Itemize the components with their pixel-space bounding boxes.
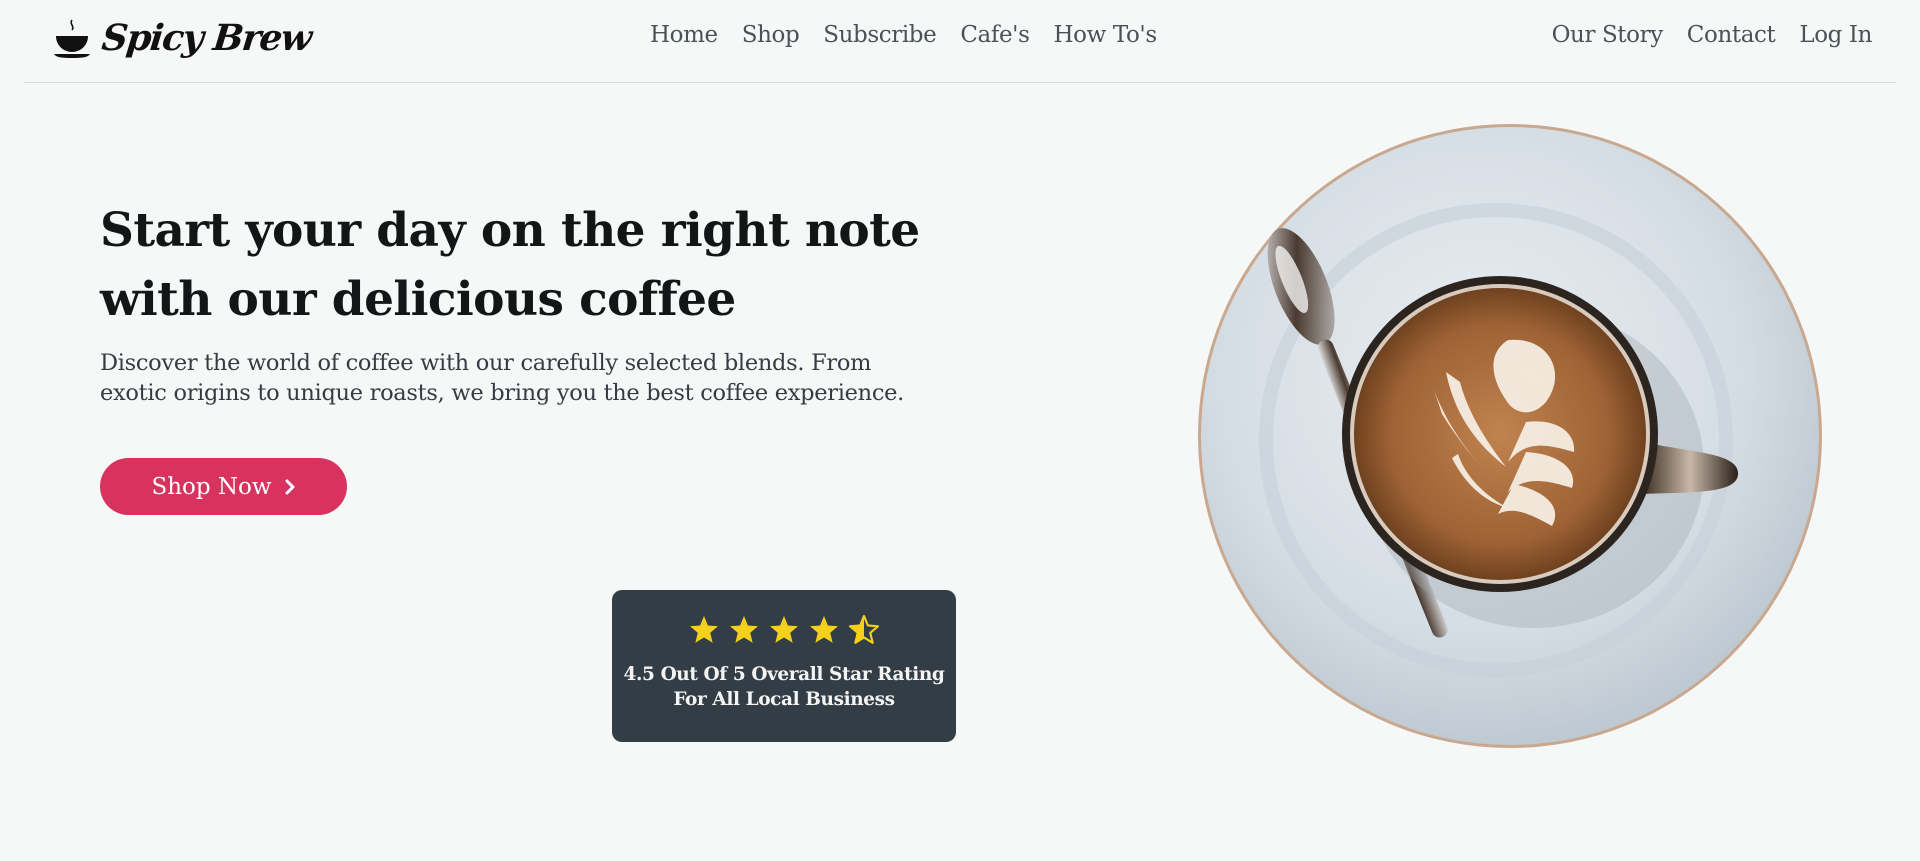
hero-title-line-2: with our delicious coffee [100,272,736,327]
star-icon [810,616,838,643]
nav-home[interactable]: Home [650,22,718,48]
coffee-cup-icon [54,19,90,58]
star-icon [770,616,798,643]
nav-log-in[interactable]: Log In [1799,22,1872,48]
chevron-right-icon [285,479,295,494]
nav-cafes[interactable]: Cafe's [960,22,1030,48]
hero-description-line-1: Discover the world of coffee with our ca… [100,350,872,376]
site-header: Spicy Brew Home Shop Subscribe Cafe's Ho… [24,0,1896,83]
star-rating [684,614,884,646]
rating-text-line-2: For All Local Business [673,689,895,710]
shop-now-button[interactable]: Shop Now [100,458,347,515]
nav-shop[interactable]: Shop [742,22,800,48]
hero-description-line-2: exotic origins to unique roasts, we brin… [100,380,904,406]
star-half-icon [848,614,880,644]
nav-our-story[interactable]: Our Story [1552,22,1664,48]
hero-title: Start your day on the right note with ou… [100,196,920,334]
rating-text-line-1: 4.5 Out Of 5 Overall Star Rating [623,664,945,685]
nav-how-tos[interactable]: How To's [1054,22,1158,48]
star-icon [690,616,718,643]
rating-text: 4.5 Out Of 5 Overall Star Rating For All… [624,662,945,712]
brand-logo[interactable]: Spicy Brew [52,14,313,62]
coffee-cup-image [1198,124,1822,748]
shop-now-label: Shop Now [151,473,272,500]
rating-card: 4.5 Out Of 5 Overall Star Rating For All… [612,590,956,742]
star-icon [730,616,758,643]
nav-subscribe[interactable]: Subscribe [823,22,936,48]
secondary-nav: Our Story Contact Log In [1552,22,1873,48]
hero-title-line-1: Start your day on the right note [100,203,920,258]
nav-contact[interactable]: Contact [1687,22,1776,48]
main-nav: Home Shop Subscribe Cafe's How To's [650,22,1157,48]
hero-description: Discover the world of coffee with our ca… [100,348,960,408]
brand-name: Spicy Brew [99,17,313,59]
